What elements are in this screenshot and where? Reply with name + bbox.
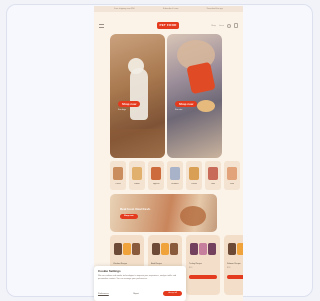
account-icon[interactable]	[227, 23, 231, 28]
category-image	[132, 167, 142, 180]
cart-icon[interactable]	[234, 23, 238, 28]
category-image	[189, 167, 199, 180]
add-to-cart-button[interactable]	[189, 275, 217, 279]
floor-image	[110, 129, 165, 158]
product-jar-image	[132, 243, 140, 255]
product-price: $28	[227, 267, 231, 269]
food-bowl-image	[180, 206, 206, 226]
category-image	[113, 167, 123, 180]
category-label: Kibble	[134, 183, 140, 185]
cookie-title: Cookie Settings	[98, 269, 121, 273]
product-jar-image	[228, 243, 236, 255]
product-jar-image	[123, 243, 131, 255]
category-tile[interactable]: Bundles	[167, 161, 183, 190]
product-name: Chicken Recipe	[113, 263, 128, 265]
product-name: Beef Recipe	[151, 263, 162, 265]
announcement-item: Free shipping over $50	[114, 8, 135, 10]
banner-cta[interactable]: Shop now	[120, 214, 138, 219]
category-tile[interactable]: Gifts	[205, 161, 221, 190]
product-jar-image	[152, 243, 160, 255]
category-image	[151, 167, 161, 180]
announcement-bar: Free shipping over $50 Subscribe & save …	[94, 6, 243, 12]
product-jar-image	[114, 243, 122, 255]
dog-body-image	[130, 68, 148, 120]
hero-dog-cta[interactable]: Shop now	[118, 101, 141, 107]
hero-dog[interactable]: Shop now For dogs	[110, 34, 165, 158]
announcement-item: Subscribe & save	[162, 8, 179, 10]
product-price: $24	[189, 267, 193, 269]
category-label: Chews	[190, 183, 198, 185]
hero-cat-caption: For cats	[175, 109, 183, 111]
product-jar-image	[208, 243, 216, 255]
category-image	[227, 167, 237, 180]
category-image	[208, 167, 218, 180]
category-label: Treats	[115, 183, 121, 185]
category-tile[interactable]: Chews	[186, 161, 202, 190]
product-jar-image	[190, 243, 198, 255]
category-tile[interactable]: Sale	[224, 161, 240, 190]
category-tile[interactable]: Kibble	[129, 161, 145, 190]
nav-link-shop[interactable]: Shop	[211, 25, 216, 27]
hero-cat-cta[interactable]: Shop now	[175, 101, 198, 107]
hero-cat[interactable]: Shop now For cats	[167, 34, 222, 158]
announcement-item: Download the app	[206, 8, 223, 10]
cookie-accept-button[interactable]: Accept all	[163, 291, 182, 296]
category-label: Toppers	[152, 183, 160, 185]
nav-link-learn[interactable]: Learn	[219, 25, 224, 27]
cookie-settings-link[interactable]: Preferences	[98, 293, 109, 295]
menu-icon[interactable]	[99, 24, 104, 28]
cookie-actions: Preferences Reject Accept all	[98, 291, 182, 296]
product-jar-image	[170, 243, 178, 255]
product-card[interactable]: Salmon Recipe $28	[224, 235, 243, 295]
bowl-image	[197, 100, 215, 112]
add-to-cart-button[interactable]	[227, 275, 243, 279]
category-label: Gifts	[210, 183, 216, 185]
product-jar-image	[199, 243, 207, 255]
promo-banner[interactable]: Real food. Real fresh. Shop now	[110, 194, 217, 232]
product-name: Salmon Recipe	[227, 263, 241, 265]
product-jar-image	[161, 243, 169, 255]
category-label: Bundles	[171, 183, 179, 185]
mobile-page: Free shipping over $50 Subscribe & save …	[94, 6, 243, 301]
category-carousel: Treats Kibble Toppers Bundles Chews Gifts Sale	[110, 161, 243, 190]
logo-text: PET FOOD	[159, 23, 177, 27]
cookie-banner: Cookie Settings We use cookies and simil…	[94, 266, 186, 301]
cookie-text: We use cookies and similar technologies …	[98, 275, 177, 280]
cookie-reject-button[interactable]: Reject	[133, 293, 139, 295]
product-jar-image	[237, 243, 243, 255]
category-image	[170, 167, 180, 180]
category-label: Sale	[229, 183, 234, 185]
banner-headline: Real food. Real fresh.	[120, 207, 151, 211]
category-tile[interactable]: Treats	[110, 161, 126, 190]
product-card[interactable]: Turkey Recipe $24	[186, 235, 220, 295]
hero-dog-caption: For dogs	[118, 109, 126, 111]
food-pack-image	[186, 61, 216, 95]
category-tile[interactable]: Toppers	[148, 161, 164, 190]
product-name: Turkey Recipe	[189, 263, 202, 265]
header-actions: Shop Learn	[211, 23, 238, 28]
brand-logo[interactable]: PET FOOD	[157, 22, 179, 29]
